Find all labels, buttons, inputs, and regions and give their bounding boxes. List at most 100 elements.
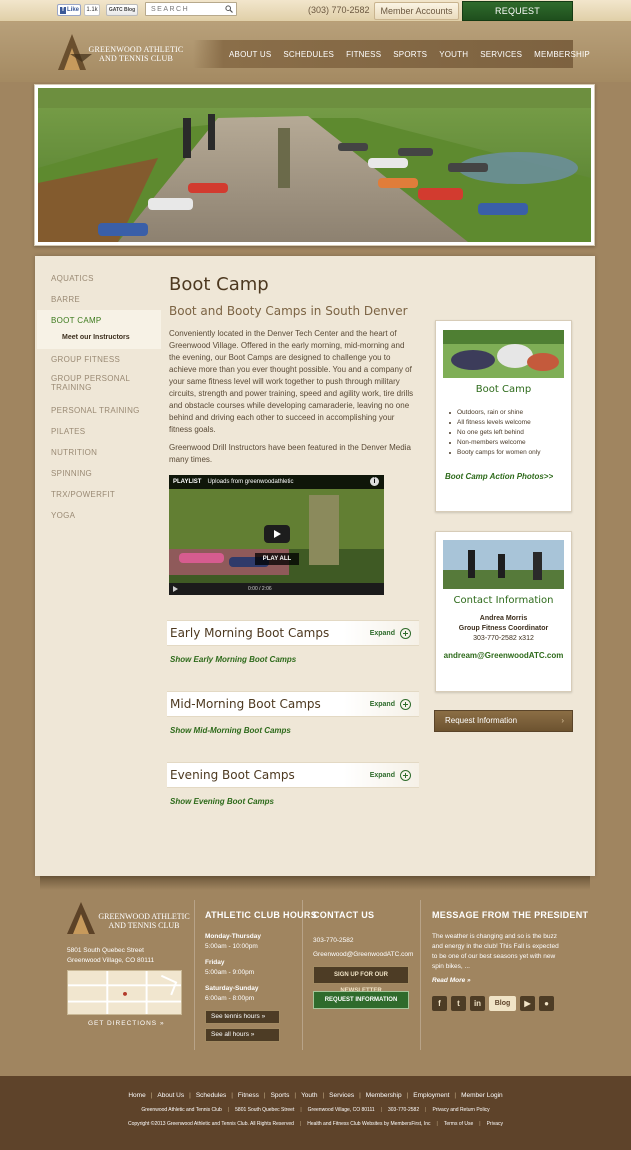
bootcamp-info-card: Boot Camp Outdoors, rain or shine All fi… <box>435 320 572 512</box>
show-camps-link[interactable]: Show Evening Boot Camps <box>170 797 419 806</box>
bootcamp-feature-list: Outdoors, rain or shine All fitness leve… <box>436 408 571 458</box>
footer-map[interactable] <box>67 970 182 1015</box>
bottom-link-schedules[interactable]: Schedules <box>191 1092 231 1099</box>
bottom-link-employment[interactable]: Employment <box>408 1092 454 1099</box>
intro-paragraph-1: Conveniently located in the Denver Tech … <box>169 329 414 434</box>
playlist-label[interactable]: PLAYLIST <box>173 479 201 485</box>
hours-list: Monday-Thursday 5:00am - 10:00pm Friday … <box>205 932 261 1004</box>
subnav-spinning[interactable]: SPINNING <box>37 463 161 484</box>
accordion-header[interactable]: Evening Boot Camps Expand <box>167 762 419 788</box>
video-title[interactable]: Uploads from greenwoodathletic <box>207 479 293 485</box>
bottom-link-membership[interactable]: Membership <box>361 1092 407 1099</box>
nav-services[interactable]: SERVICES <box>480 50 522 59</box>
footer-phone: 303-770-2582 <box>313 937 354 944</box>
subnav-meet-instructors[interactable]: Meet our Instructors <box>37 331 161 349</box>
flickr-icon[interactable]: ● <box>539 996 554 1011</box>
plus-circle-icon <box>400 627 411 639</box>
footer-request-information-button[interactable]: REQUEST INFORMATION <box>313 991 409 1009</box>
expand-button[interactable]: Expand <box>370 698 411 710</box>
play-button[interactable] <box>264 525 290 543</box>
chevron-right-icon: › <box>561 716 564 725</box>
facebook-like-count: 1.1k <box>84 4 100 16</box>
feature-item: Non-members welcome <box>449 438 571 448</box>
blog-button[interactable]: Blog <box>489 996 516 1011</box>
member-accounts-button[interactable]: Member Accounts <box>374 2 459 20</box>
subnav-personal-training[interactable]: PERSONAL TRAINING <box>37 400 161 421</box>
bottom-link-home[interactable]: Home <box>123 1092 150 1099</box>
hours-day: Friday <box>205 959 225 966</box>
play-all-button[interactable]: PLAY ALL <box>255 553 299 565</box>
bottom-link-fitness[interactable]: Fitness <box>233 1092 264 1099</box>
subnav-group-fitness[interactable]: GROUP FITNESS <box>37 349 161 370</box>
subnav-trx-powerfit[interactable]: TRX/POWERFIT <box>37 484 161 505</box>
terms-link[interactable]: Terms of Use <box>438 1121 479 1127</box>
subnav-pilates[interactable]: PILATES <box>37 421 161 442</box>
bottom-link-youth[interactable]: Youth <box>296 1092 322 1099</box>
subnav-aquatics[interactable]: AQUATICS <box>37 268 161 289</box>
nav-about-us[interactable]: ABOUT US <box>229 50 271 59</box>
info-address: 5801 South Quebec Street <box>235 1107 295 1113</box>
nav-schedules[interactable]: SCHEDULES <box>283 50 334 59</box>
privacy-return-link[interactable]: Privacy and Return Policy <box>426 1107 495 1113</box>
bottom-info-line: Greenwood Athletic and Tennis Club | 5801… <box>0 1107 631 1113</box>
expand-button[interactable]: Expand <box>370 627 411 639</box>
subnav-barre[interactable]: BARRE <box>37 289 161 310</box>
get-directions-link[interactable]: GET DIRECTIONS » <box>88 1020 165 1027</box>
show-camps-link[interactable]: Show Mid-Morning Boot Camps <box>170 726 419 735</box>
request-information-button[interactable]: REQUEST INFORMATION <box>462 1 573 34</box>
accordion-mid-morning: Mid-Morning Boot Camps Expand Show Mid-M… <box>167 691 419 735</box>
sidebar-request-information-button[interactable]: Request Information › <box>434 710 573 732</box>
newsletter-signup-button[interactable]: SIGN UP FOR OUR NEWSLETTER <box>313 966 409 994</box>
subnav-yoga[interactable]: YOGA <box>37 505 161 526</box>
footer-logo-line-2: AND TENNIS CLUB <box>108 921 180 930</box>
search-icon[interactable] <box>225 5 233 13</box>
subnav-boot-camp[interactable]: BOOT CAMP <box>37 310 161 331</box>
footer-divider <box>420 900 421 1050</box>
facebook-icon[interactable]: f <box>432 996 447 1011</box>
show-camps-link[interactable]: Show Early Morning Boot Camps <box>170 655 419 664</box>
hours-day: Saturday-Sunday <box>205 985 259 992</box>
search-input[interactable] <box>151 5 225 13</box>
bottom-link-member-login[interactable]: Member Login <box>456 1092 508 1099</box>
bottom-link-about-us[interactable]: About Us <box>152 1092 189 1099</box>
info-icon[interactable]: i <box>370 477 379 486</box>
subnav-group-personal-training[interactable]: GROUP PERSONAL TRAINING <box>37 370 161 400</box>
president-message: The weather is changing and so is the bu… <box>432 933 559 970</box>
nav-youth[interactable]: YOUTH <box>439 50 468 59</box>
youtube-icon[interactable]: ▶ <box>520 996 535 1011</box>
subnav-nutrition[interactable]: NUTRITION <box>37 442 161 463</box>
contact-role: Group Fitness Coordinator <box>458 625 549 632</box>
hours-time: 6:00am - 8:00pm <box>205 995 255 1002</box>
linkedin-icon[interactable]: in <box>470 996 485 1011</box>
footer-address: 5801 South Quebec Street Greenwood Villa… <box>67 946 154 966</box>
membersfirst-link[interactable]: Health and Fitness Club Websites by Memb… <box>301 1121 436 1127</box>
accordion-header[interactable]: Mid-Morning Boot Camps Expand <box>167 691 419 717</box>
privacy-link[interactable]: Privacy <box>481 1121 509 1127</box>
sidebar-request-label: Request Information <box>445 716 518 725</box>
facebook-like-button[interactable]: f Like <box>57 4 81 16</box>
nav-fitness[interactable]: FITNESS <box>346 50 381 59</box>
all-hours-button[interactable]: See all hours » <box>205 1028 280 1042</box>
bottom-link-services[interactable]: Services <box>324 1092 359 1099</box>
footer-contact: 303-770-2582 Greenwood@GreenwoodATC.com <box>313 934 413 962</box>
bottom-link-sports[interactable]: Sports <box>266 1092 295 1099</box>
bootcamp-card-photo <box>443 330 564 378</box>
read-more-link[interactable]: Read More » <box>432 977 471 984</box>
info-phone: 303-770-2582 <box>387 1107 420 1113</box>
accordion-header[interactable]: Early Morning Boot Camps Expand <box>167 620 419 646</box>
video-player[interactable]: PLAYLIST Uploads from greenwoodathletic … <box>169 475 384 595</box>
logo-line-2: AND TENNIS CLUB <box>99 54 173 63</box>
tennis-hours-button[interactable]: See tennis hours » <box>205 1010 280 1024</box>
nav-membership[interactable]: MEMBERSHIP <box>534 50 590 59</box>
info-city: Greenwood Village, CO 80111 <box>307 1107 375 1113</box>
blog-link-button[interactable]: GATC Blog <box>106 4 138 16</box>
expand-button[interactable]: Expand <box>370 769 411 781</box>
action-photos-link[interactable]: Boot Camp Action Photos>> <box>445 472 571 481</box>
twitter-icon[interactable]: t <box>451 996 466 1011</box>
contact-email-link[interactable]: andream@GreenwoodATC.com <box>436 651 571 660</box>
nav-sports[interactable]: SPORTS <box>393 50 427 59</box>
copyright-text: Copyright ©2013 Greenwood Athletic and T… <box>127 1121 294 1127</box>
page-title: Boot Camp <box>169 274 269 295</box>
footer-email[interactable]: Greenwood@GreenwoodATC.com <box>313 948 413 962</box>
play-control-icon[interactable] <box>173 586 178 592</box>
